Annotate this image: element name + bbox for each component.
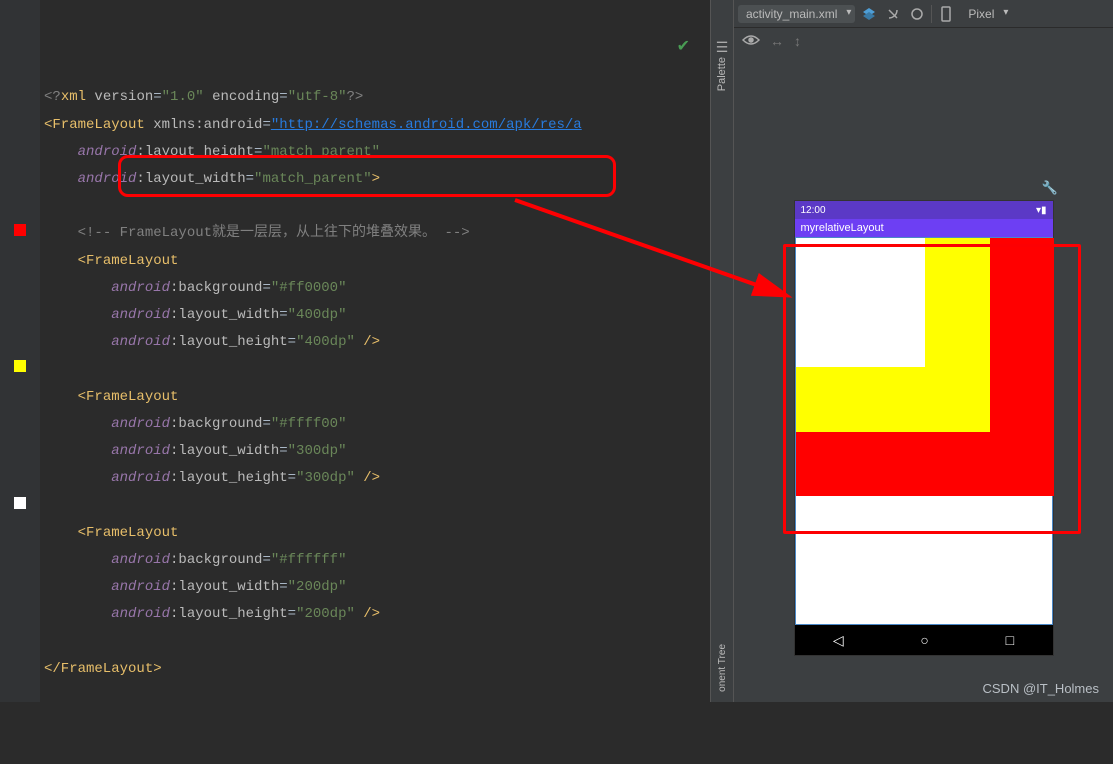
f2-h-name: :layout_height — [170, 470, 288, 486]
preview-toolbar-secondary: ↔ ↕ — [734, 28, 1113, 54]
xml-version-val: "1.0" — [162, 89, 204, 105]
f2-h-val: "300dp" — [296, 470, 355, 486]
root-tag: FrameLayout — [52, 117, 144, 133]
root-open-close: > — [372, 171, 380, 187]
f3-h-val: "200dp" — [296, 606, 355, 622]
resize-vertical-icon[interactable]: ↕ — [794, 33, 801, 49]
f2-w-name: :layout_width — [170, 443, 279, 459]
comment-open: <!-- — [78, 225, 120, 241]
code-area[interactable]: <?xml version="1.0" encoding="utf-8"?> <… — [40, 0, 710, 702]
f3-bg-ns: android — [111, 552, 170, 568]
f1-w-ns: android — [111, 307, 170, 323]
root-w-ns: android — [78, 171, 137, 187]
layers-icon[interactable] — [859, 4, 879, 24]
nav-recent-icon[interactable]: □ — [1006, 632, 1014, 648]
f3-w-ns: android — [111, 579, 170, 595]
xml-version-attr: version — [86, 89, 153, 105]
f2-close: /> — [355, 470, 380, 486]
f1-close: /> — [355, 334, 380, 350]
root-h-val: "match_parent" — [262, 144, 380, 160]
gutter-color-red[interactable] — [14, 224, 26, 236]
xml-decl-tag: xml — [61, 89, 86, 105]
xml-decl-open: <? — [44, 89, 61, 105]
resize-horizontal-icon[interactable]: ↔ — [770, 33, 784, 49]
f1-h-val: "400dp" — [296, 334, 355, 350]
stack-icon: ☰ — [716, 40, 729, 57]
root-w-val: "match_parent" — [254, 171, 372, 187]
xmlns-val: "http://schemas.android.com/apk/res/a — [271, 117, 582, 133]
device-dropdown[interactable]: Pixel — [960, 5, 1012, 23]
f3-h-ns: android — [111, 606, 170, 622]
phone-status-bar: 12:00 ▾▮ — [795, 201, 1053, 219]
phone-frame: 12:00 ▾▮ myrelativeLayout ◁ ○ □ — [794, 200, 1054, 656]
f3-close: /> — [355, 606, 380, 622]
phone-app-bar: myrelativeLayout — [795, 219, 1053, 237]
phone-nav-bar: ◁ ○ □ — [795, 625, 1053, 655]
device-icon — [936, 4, 956, 24]
f2-bg-val: "#ffff00" — [271, 416, 347, 432]
theme-icon[interactable] — [907, 4, 927, 24]
file-dropdown-label: activity_main.xml — [746, 7, 837, 21]
comment-text: FrameLayout就是一层层，从上往下的堆叠效果。 — [120, 225, 445, 241]
root-w-name: :layout_width — [136, 171, 245, 187]
f1-bg-val: "#ff0000" — [271, 280, 347, 296]
f1-h-ns: android — [111, 334, 170, 350]
xmlns-attr: xmlns:android — [145, 117, 263, 133]
device-canvas[interactable]: 12:00 ▾▮ myrelativeLayout ◁ ○ □ — [734, 60, 1113, 702]
f1-bg-ns: android — [111, 280, 170, 296]
orientation-icon[interactable] — [883, 4, 903, 24]
f1-w-val: "400dp" — [288, 307, 347, 323]
palette-label: Palette — [716, 57, 728, 91]
eye-icon[interactable] — [742, 33, 760, 49]
xml-encoding-val: "utf-8" — [288, 89, 347, 105]
wrench-icon[interactable]: 🔧 — [1042, 180, 1058, 196]
f2-bg-ns: android — [111, 416, 170, 432]
nav-home-icon[interactable]: ○ — [920, 632, 928, 648]
f3-w-name: :layout_width — [170, 579, 279, 595]
layout-preview-pane: activity_main.xml Pixel ↔ ↕ 12:00 ▾▮ — [734, 0, 1113, 702]
comment-close: --> — [444, 225, 469, 241]
f3-h-name: :layout_height — [170, 606, 288, 622]
preview-toolbar: activity_main.xml Pixel — [734, 0, 1113, 28]
nav-back-icon[interactable]: ◁ — [833, 632, 844, 649]
palette-sidebar[interactable]: ☰ Palette onent Tree — [710, 0, 734, 702]
phone-content-area[interactable] — [795, 237, 1053, 625]
watermark-text: CSDN @IT_Holmes — [983, 681, 1100, 696]
gutter-color-yellow[interactable] — [14, 360, 26, 372]
xml-decl-close: ?> — [347, 89, 364, 105]
f2-bg-name: :background — [170, 416, 262, 432]
status-time: 12:00 — [801, 205, 826, 216]
inspection-ok-icon[interactable]: ✔ — [677, 34, 690, 61]
device-dropdown-label: Pixel — [968, 7, 994, 21]
f2-w-ns: android — [111, 443, 170, 459]
file-dropdown[interactable]: activity_main.xml — [738, 5, 855, 23]
status-icons: ▾▮ — [1036, 205, 1047, 216]
xml-editor-pane: <?xml version="1.0" encoding="utf-8"?> <… — [0, 0, 710, 702]
f3-bg-val: "#ffffff" — [271, 552, 347, 568]
root-h-name: :layout_height — [136, 144, 254, 160]
xml-encoding-attr: encoding — [204, 89, 280, 105]
f3-bg-name: :background — [170, 552, 262, 568]
root-h-ns: android — [78, 144, 137, 160]
f2-w-val: "300dp" — [288, 443, 347, 459]
gutter-color-white[interactable] — [14, 497, 26, 509]
f3-w-val: "200dp" — [288, 579, 347, 595]
app-title: myrelativeLayout — [801, 222, 884, 234]
component-tree-label[interactable]: onent Tree — [717, 644, 728, 692]
f1-bg-name: :background — [170, 280, 262, 296]
frame1-open: <FrameLayout — [78, 253, 179, 269]
f1-h-name: :layout_height — [170, 334, 288, 350]
framelayout-layer-white[interactable] — [796, 238, 925, 367]
f1-w-name: :layout_width — [170, 307, 279, 323]
frame2-open: <FrameLayout — [78, 389, 179, 405]
frame3-open: <FrameLayout — [78, 525, 179, 541]
f2-h-ns: android — [111, 470, 170, 486]
gutter-color-markers — [14, 0, 28, 702]
root-close-tag: </FrameLayout> — [44, 661, 162, 677]
